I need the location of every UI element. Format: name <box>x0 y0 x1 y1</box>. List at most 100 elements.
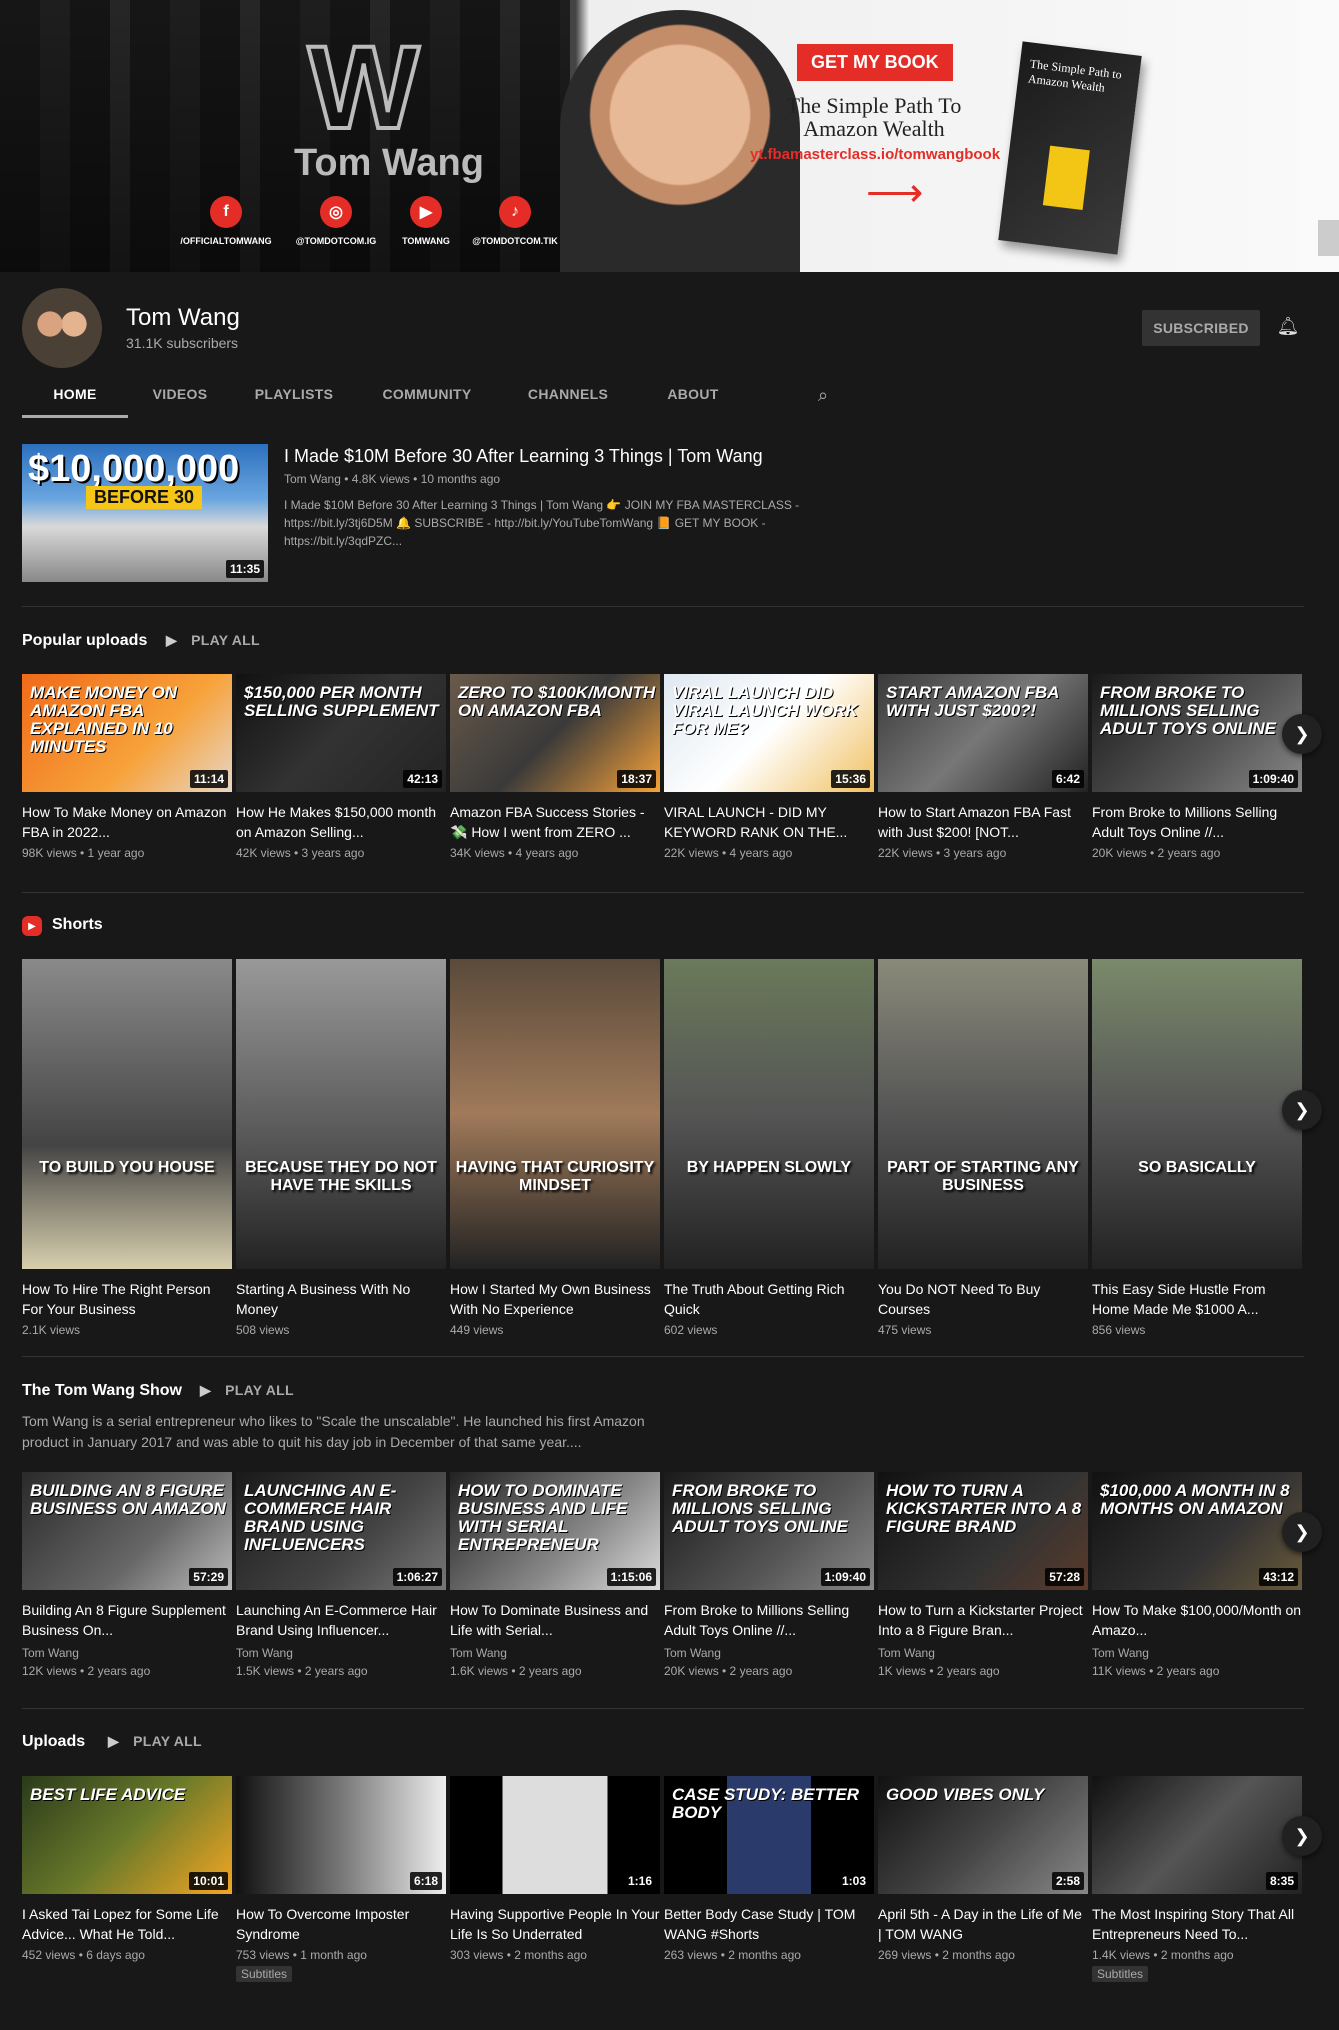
short-card[interactable]: BY HAPPEN SLOWLY The Truth About Getting … <box>664 959 874 1337</box>
video-thumbnail[interactable]: START AMAZON FBA WITH JUST $200?! 6:42 <box>878 674 1088 792</box>
popular-uploads-title[interactable]: Popular uploads <box>22 632 147 650</box>
uploads-play-all-button[interactable]: PLAY ALL <box>108 1733 202 1750</box>
tab-playlists[interactable]: PLAYLISTS <box>232 372 356 418</box>
short-thumbnail[interactable]: BY HAPPEN SLOWLY <box>664 959 874 1269</box>
tab-videos[interactable]: VIDEOS <box>128 372 232 418</box>
video-title[interactable]: April 5th - A Day in the Life of Me | TO… <box>878 1904 1088 1944</box>
short-thumbnail[interactable]: BECAUSE THEY DO NOT HAVE THE SKILLS <box>236 959 446 1269</box>
video-thumbnail[interactable]: BEST LIFE ADVICE 10:01 <box>22 1776 232 1894</box>
video-card[interactable]: 1:16 Having Supportive People In Your Lif… <box>450 1776 660 1962</box>
video-title[interactable]: How To Make Money on Amazon FBA in 2022.… <box>22 802 232 842</box>
search-icon[interactable]: ⌕ <box>818 385 838 405</box>
uploads-title[interactable]: Uploads <box>22 1733 85 1751</box>
uploads-next-button[interactable]: ❯ <box>1282 1816 1322 1856</box>
video-card[interactable]: LAUNCHING AN E-COMMERCE HAIR BRAND USING… <box>236 1472 446 1678</box>
short-card[interactable]: HAVING THAT CURIOSITY MINDSET How I Start… <box>450 959 660 1337</box>
short-title[interactable]: You Do NOT Need To Buy Courses <box>878 1279 1088 1319</box>
video-card[interactable]: BEST LIFE ADVICE 10:01 I Asked Tai Lopez f… <box>22 1776 232 1962</box>
video-thumbnail[interactable]: VIRAL LAUNCH DID VIRAL LAUNCH WORK FOR M… <box>664 674 874 792</box>
subscribed-button[interactable]: SUBSCRIBED <box>1142 310 1260 346</box>
video-thumbnail[interactable]: FROM BROKE TO MILLIONS SELLING ADULT TOY… <box>664 1472 874 1590</box>
video-title[interactable]: The Most Inspiring Story That All Entrep… <box>1092 1904 1302 1944</box>
short-card[interactable]: SO BASICALLY This Easy Side Hustle From H… <box>1092 959 1302 1337</box>
short-title[interactable]: This Easy Side Hustle From Home Made Me … <box>1092 1279 1302 1319</box>
show-next-button[interactable]: ❯ <box>1282 1512 1322 1552</box>
video-thumbnail[interactable]: 1:16 <box>450 1776 660 1894</box>
video-title[interactable]: How To Dominate Business and Life with S… <box>450 1600 660 1640</box>
video-card[interactable]: VIRAL LAUNCH DID VIRAL LAUNCH WORK FOR M… <box>664 674 874 860</box>
short-thumbnail[interactable]: SO BASICALLY <box>1092 959 1302 1269</box>
short-card[interactable]: PART OF STARTING ANY BUSINESS You Do NOT … <box>878 959 1088 1337</box>
banner-social-facebook[interactable]: f /OFFICIALTOMWANG <box>166 196 286 246</box>
show-playlist-title[interactable]: The Tom Wang Show <box>22 1382 182 1400</box>
featured-video-thumbnail[interactable]: $10,000,000 BEFORE 30 11:35 <box>22 444 268 582</box>
video-thumbnail[interactable]: FROM BROKE TO MILLIONS SELLING ADULT TOY… <box>1092 674 1302 792</box>
video-thumbnail[interactable]: BUILDING AN 8 FIGURE BUSINESS ON AMAZON 5… <box>22 1472 232 1590</box>
video-thumbnail[interactable]: $150,000 PER MONTH SELLING SUPPLEMENT 42:… <box>236 674 446 792</box>
video-title[interactable]: How To Overcome Imposter Syndrome <box>236 1904 446 1944</box>
featured-video-title[interactable]: I Made $10M Before 30 After Learning 3 T… <box>284 446 763 467</box>
video-thumbnail[interactable]: HOW TO DOMINATE BUSINESS AND LIFE WITH S… <box>450 1472 660 1590</box>
video-title[interactable]: Building An 8 Figure Supplement Business… <box>22 1600 232 1640</box>
video-thumbnail[interactable]: HOW TO TURN A KICKSTARTER INTO A 8 FIGUR… <box>878 1472 1088 1590</box>
video-title[interactable]: How To Make $100,000/Month on Amazo... <box>1092 1600 1302 1640</box>
short-title[interactable]: The Truth About Getting Rich Quick <box>664 1279 874 1319</box>
video-card[interactable]: MAKE MONEY ON AMAZON FBA explained in 10… <box>22 674 232 860</box>
tab-about[interactable]: ABOUT <box>638 372 748 418</box>
video-card[interactable]: ZERO TO $100K/MONTH ON AMAZON FBA 18:37 Am… <box>450 674 660 860</box>
bell-icon[interactable]: 🔔︎ <box>1276 316 1300 340</box>
video-title[interactable]: Better Body Case Study | TOM WANG #Short… <box>664 1904 874 1944</box>
video-title[interactable]: How He Makes $150,000 month on Amazon Se… <box>236 802 446 842</box>
video-card[interactable]: 6:18 How To Overcome Imposter Syndrome 753… <box>236 1776 446 1983</box>
short-thumbnail[interactable]: HAVING THAT CURIOSITY MINDSET <box>450 959 660 1269</box>
show-play-all-button[interactable]: PLAY ALL <box>200 1382 294 1399</box>
video-channel[interactable]: Tom Wang <box>236 1646 446 1660</box>
video-title[interactable]: From Broke to Millions Selling Adult Toy… <box>664 1600 874 1640</box>
banner-edge-control[interactable] <box>1318 220 1339 256</box>
tab-community[interactable]: COMMUNITY <box>356 372 498 418</box>
video-title[interactable]: How to Start Amazon FBA Fast with Just $… <box>878 802 1088 842</box>
video-card[interactable]: $150,000 PER MONTH SELLING SUPPLEMENT 42:… <box>236 674 446 860</box>
video-card[interactable]: $100,000 A MONTH IN 8 MONTHS ON AMAZON 43… <box>1092 1472 1302 1678</box>
video-title[interactable]: Launching An E-Commerce Hair Brand Using… <box>236 1600 446 1640</box>
tab-channels[interactable]: CHANNELS <box>498 372 638 418</box>
video-card[interactable]: HOW TO DOMINATE BUSINESS AND LIFE WITH S… <box>450 1472 660 1678</box>
video-card[interactable]: START AMAZON FBA WITH JUST $200?! 6:42 How… <box>878 674 1088 860</box>
video-card[interactable]: FROM BROKE TO MILLIONS SELLING ADULT TOY… <box>664 1472 874 1678</box>
video-channel[interactable]: Tom Wang <box>450 1646 660 1660</box>
channel-avatar[interactable] <box>22 288 102 368</box>
video-card[interactable]: GOOD VIBES ONLY 2:58 April 5th - A Day in … <box>878 1776 1088 1962</box>
video-card[interactable]: BUILDING AN 8 FIGURE BUSINESS ON AMAZON 5… <box>22 1472 232 1678</box>
video-channel[interactable]: Tom Wang <box>878 1646 1088 1660</box>
video-card[interactable]: HOW TO TURN A KICKSTARTER INTO A 8 FIGUR… <box>878 1472 1088 1678</box>
short-card[interactable]: TO BUILD YOU HOUSE How To Hire The Right … <box>22 959 232 1337</box>
popular-next-button[interactable]: ❯ <box>1282 714 1322 754</box>
video-title[interactable]: I Asked Tai Lopez for Some Life Advice..… <box>22 1904 232 1944</box>
video-thumbnail[interactable]: $100,000 A MONTH IN 8 MONTHS ON AMAZON 43… <box>1092 1472 1302 1590</box>
video-title[interactable]: Having Supportive People In Your Life Is… <box>450 1904 660 1944</box>
video-thumbnail[interactable]: GOOD VIBES ONLY 2:58 <box>878 1776 1088 1894</box>
video-card[interactable]: 8:35 The Most Inspiring Story That All En… <box>1092 1776 1302 1983</box>
tab-home[interactable]: HOME <box>22 372 128 418</box>
video-card[interactable]: CASE STUDY: BETTER BODY 1:03 Better Body C… <box>664 1776 874 1962</box>
video-title[interactable]: From Broke to Millions Selling Adult Toy… <box>1092 802 1302 842</box>
banner-social-tiktok[interactable]: ♪ @TOMDOTCOM.TIK <box>455 196 575 246</box>
video-title[interactable]: Amazon FBA Success Stories - 💸 How I wen… <box>450 802 660 842</box>
video-thumbnail[interactable]: CASE STUDY: BETTER BODY 1:03 <box>664 1776 874 1894</box>
short-title[interactable]: How To Hire The Right Person For Your Bu… <box>22 1279 232 1319</box>
shorts-next-button[interactable]: ❯ <box>1282 1090 1322 1130</box>
short-card[interactable]: BECAUSE THEY DO NOT HAVE THE SKILLS Start… <box>236 959 446 1337</box>
video-channel[interactable]: Tom Wang <box>22 1646 232 1660</box>
video-thumbnail[interactable]: 8:35 <box>1092 1776 1302 1894</box>
video-title[interactable]: How to Turn a Kickstarter Project Into a… <box>878 1600 1088 1640</box>
video-channel[interactable]: Tom Wang <box>1092 1646 1302 1660</box>
video-thumbnail[interactable]: 6:18 <box>236 1776 446 1894</box>
video-title[interactable]: VIRAL LAUNCH - DID MY KEYWORD RANK ON TH… <box>664 802 874 842</box>
short-thumbnail[interactable]: PART OF STARTING ANY BUSINESS <box>878 959 1088 1269</box>
video-thumbnail[interactable]: LAUNCHING AN E-COMMERCE HAIR BRAND USING… <box>236 1472 446 1590</box>
video-thumbnail[interactable]: MAKE MONEY ON AMAZON FBA explained in 10… <box>22 674 232 792</box>
popular-play-all-button[interactable]: PLAY ALL <box>166 632 260 649</box>
short-thumbnail[interactable]: TO BUILD YOU HOUSE <box>22 959 232 1269</box>
video-thumbnail[interactable]: ZERO TO $100K/MONTH ON AMAZON FBA 18:37 <box>450 674 660 792</box>
video-card[interactable]: FROM BROKE TO MILLIONS SELLING ADULT TOY… <box>1092 674 1302 860</box>
